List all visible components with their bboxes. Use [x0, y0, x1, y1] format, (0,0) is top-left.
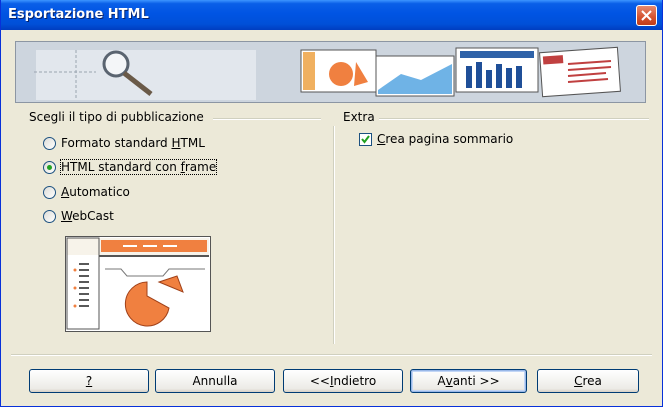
create-summary-checkbox[interactable]: Crea pagina sommario [359, 132, 513, 146]
footer-separator [11, 354, 652, 356]
banner-illustration [16, 42, 645, 102]
close-icon [641, 10, 652, 21]
next-button[interactable]: Av anti >> [410, 369, 527, 393]
radio-label: Formato standard HTML [61, 136, 205, 150]
extra-label: Extra [341, 110, 377, 124]
frames-preview-image [65, 236, 211, 332]
cancel-button[interactable]: Annulla [155, 369, 275, 393]
close-button[interactable] [636, 5, 657, 26]
radio-standard-html-frames[interactable]: HTML standard con frame [43, 158, 218, 176]
wizard-banner [15, 41, 646, 103]
checkbox-label: Crea pagina sommario [377, 132, 514, 146]
radio-label: HTML standard con frame [59, 159, 218, 175]
publication-type-label: Scegli il tipo di pubblicazione [27, 110, 206, 124]
create-button[interactable]: Crea [537, 369, 639, 393]
radio-automatic[interactable]: Automatico [43, 183, 130, 201]
export-html-dialog: Esportazione HTML Scegli il tipo di pubb… [0, 0, 663, 407]
radio-button[interactable] [43, 209, 56, 223]
publication-group-line [213, 118, 321, 120]
extra-group-line [379, 118, 649, 120]
radio-webcast[interactable]: WebCast [43, 207, 114, 225]
radio-button[interactable] [43, 185, 56, 199]
radio-button[interactable] [43, 160, 56, 174]
title-bar[interactable]: Esportazione HTML [1, 0, 662, 30]
checkmark-icon [361, 134, 370, 144]
radio-label: WebCast [61, 209, 114, 223]
help-button[interactable]: ? [29, 369, 149, 393]
checkbox[interactable] [359, 132, 372, 146]
window-title: Esportazione HTML [8, 7, 149, 22]
radio-button[interactable] [43, 136, 56, 150]
back-button[interactable]: << Indietro [283, 369, 403, 393]
radio-label: Automatico [61, 185, 130, 199]
group-separator [333, 126, 335, 344]
radio-standard-html[interactable]: Formato standard HTML [43, 134, 205, 152]
